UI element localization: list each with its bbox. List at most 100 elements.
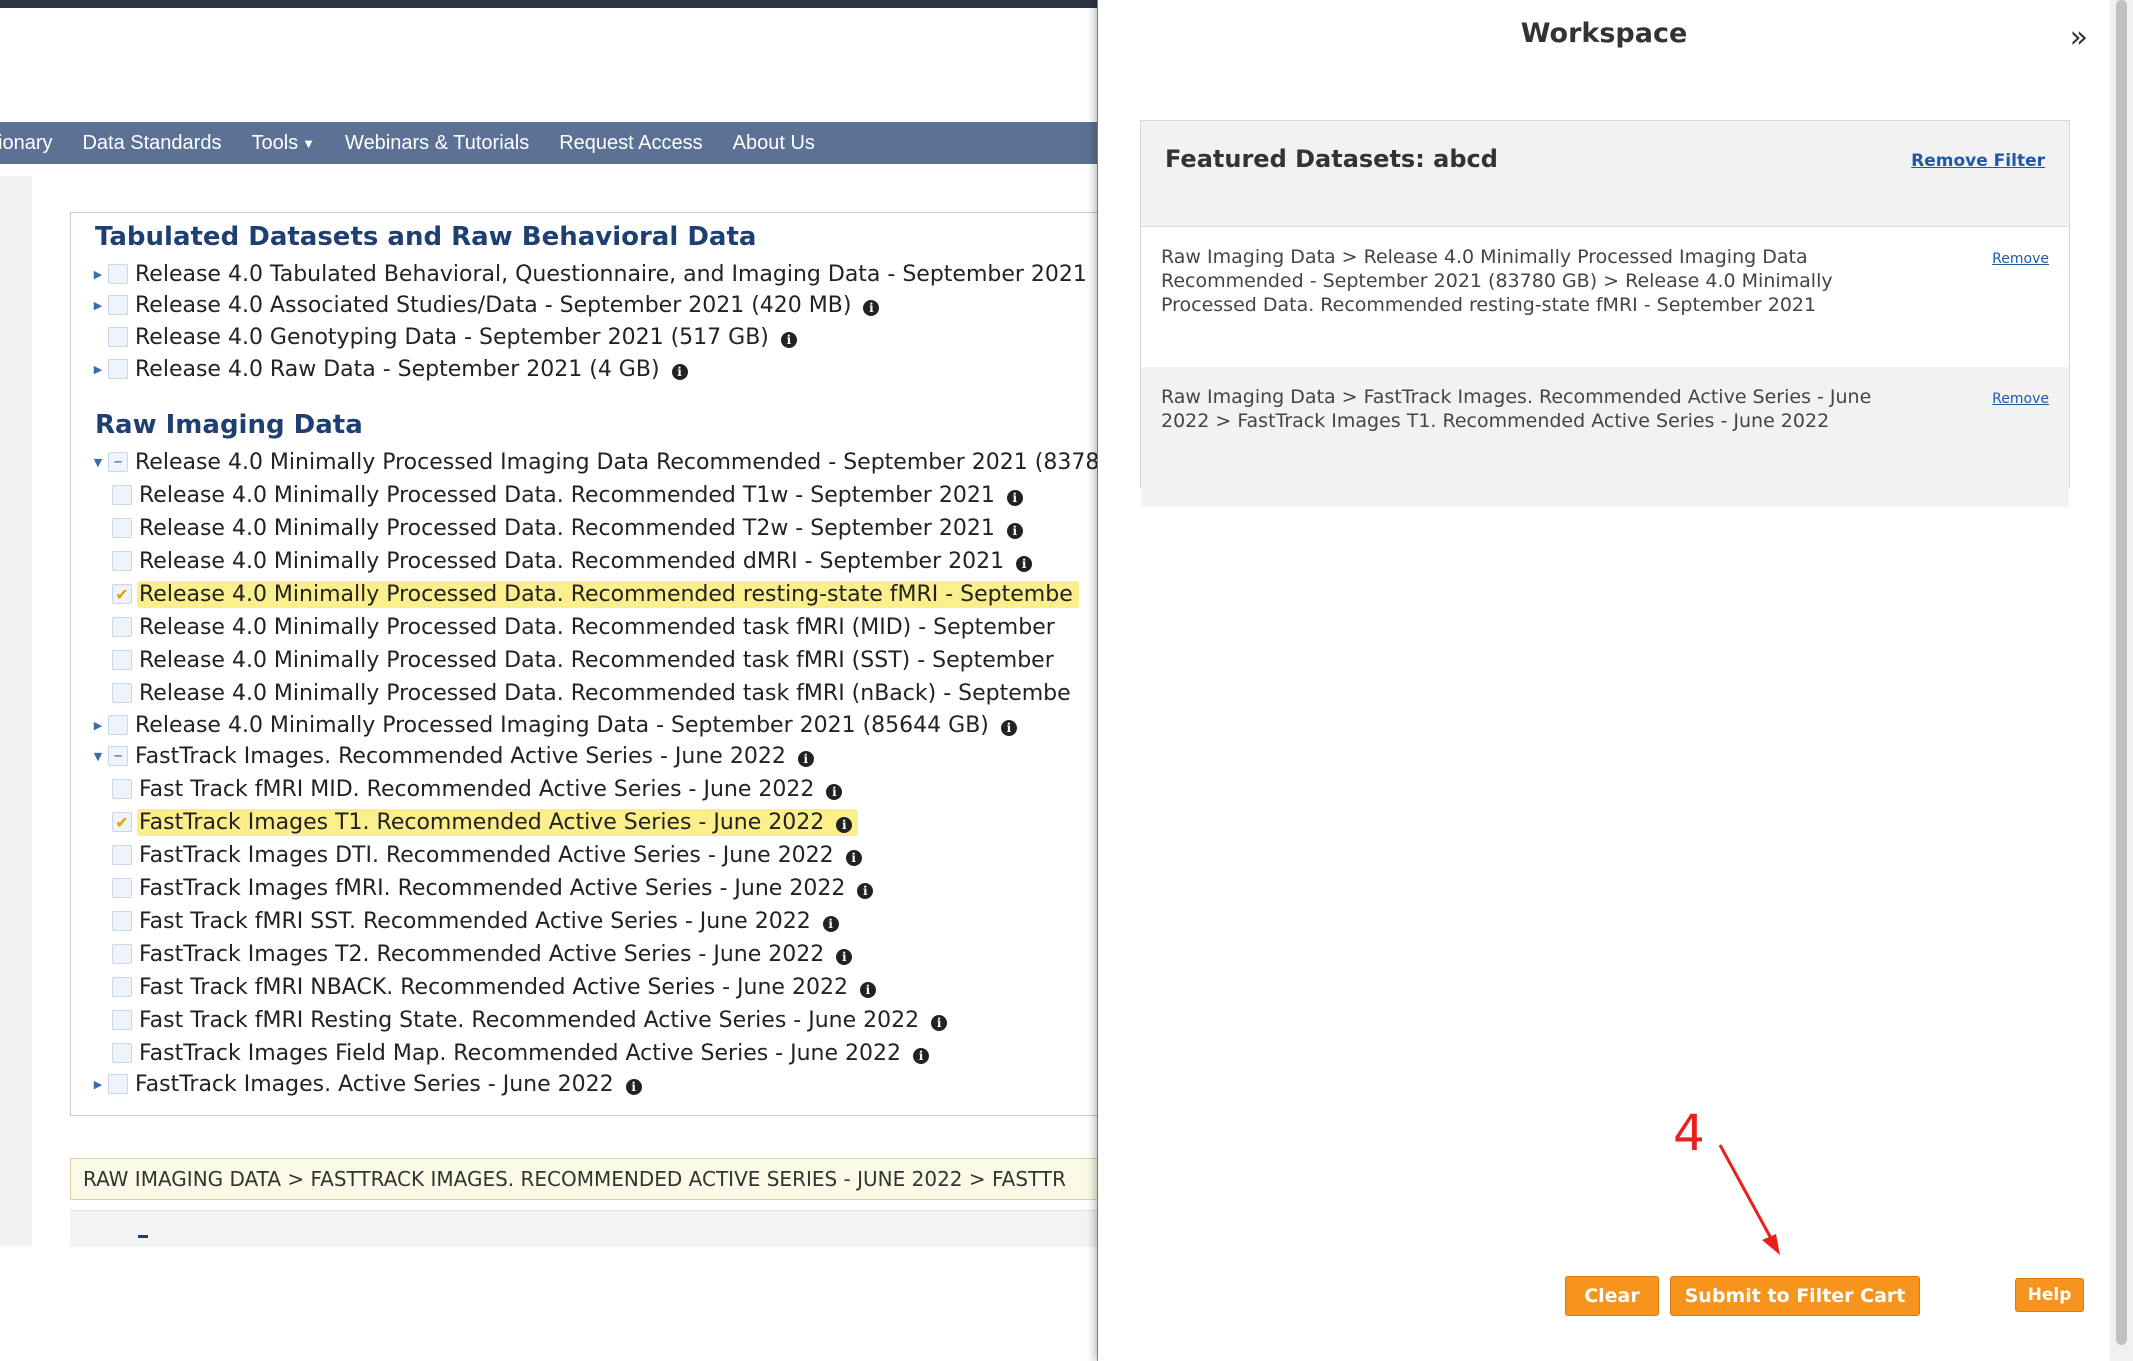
tree-row[interactable]: Fast Track fMRI MID. Recommended Active … [112,774,844,804]
tree-row[interactable]: Fast Track fMRI SST. Recommended Active … [112,906,841,936]
help-button[interactable]: Help [2015,1278,2084,1312]
tree-row[interactable]: ▶ Release 4.0 Associated Studies/Data - S… [88,290,881,320]
tree-row-label[interactable]: FastTrack Images fMRI. Recommended Activ… [137,875,875,902]
tree-row[interactable]: ✔ Release 4.0 Minimally Processed Data. R… [112,579,1079,609]
tree-row-label[interactable]: Release 4.0 Associated Studies/Data - Se… [133,292,881,319]
submit-to-filter-cart-button[interactable]: Submit to Filter Cart [1670,1276,1920,1316]
info-icon[interactable]: i [1006,489,1023,506]
checkbox[interactable] [108,359,128,379]
tree-row-label[interactable]: Release 4.0 Minimally Processed Data. Re… [137,580,1079,608]
tree-row-label[interactable]: Release 4.0 Tabulated Behavioral, Questi… [133,261,1089,288]
tree-row-label[interactable]: Release 4.0 Minimally Processed Data. Re… [137,515,1025,542]
tree-row[interactable]: ▶ Release 4.0 Minimally Processed Imaging… [88,710,1019,740]
tree-row-label[interactable]: FastTrack Images Field Map. Recommended … [137,1040,931,1067]
info-icon[interactable]: i [1006,522,1023,539]
tree-row-label[interactable]: Fast Track fMRI NBACK. Recommended Activ… [137,974,878,1001]
info-icon[interactable]: i [822,915,839,932]
info-icon[interactable]: i [836,816,853,833]
checkbox[interactable] [112,617,132,637]
checkbox-partial[interactable]: – [108,452,128,472]
checkbox[interactable] [112,551,132,571]
tree-row[interactable]: Release 4.0 Minimally Processed Data. Re… [112,612,1057,642]
tree-row[interactable]: Fast Track fMRI NBACK. Recommended Activ… [112,972,878,1002]
tree-row-label[interactable]: Fast Track fMRI SST. Recommended Active … [137,908,841,935]
tree-row[interactable]: ▶ Release 4.0 Tabulated Behavioral, Quest… [88,259,1089,289]
nav-item-data-standards[interactable]: Data Standards [82,132,221,155]
tree-row[interactable]: Release 4.0 Minimally Processed Data. Re… [112,513,1025,543]
collapsed-caret-icon[interactable]: ▶ [88,299,108,312]
checkbox[interactable] [108,715,128,735]
checkbox-partial[interactable]: – [108,746,128,766]
info-icon[interactable]: i [671,363,688,380]
scrollbar-thumb[interactable] [2116,0,2127,1345]
tree-row[interactable]: Release 4.0 Minimally Processed Data. Re… [112,678,1073,708]
tree-row[interactable]: FastTrack Images T2. Recommended Active … [112,939,854,969]
info-icon[interactable]: i [1016,555,1033,572]
tree-row-label[interactable]: FastTrack Images DTI. Recommended Active… [137,842,864,869]
tree-row-label[interactable]: Release 4.0 Minimally Processed Data. Re… [137,647,1056,674]
tree-row-label[interactable]: Fast Track fMRI Resting State. Recommend… [137,1007,949,1034]
tree-row-label[interactable]: Release 4.0 Genotyping Data - September … [133,324,799,351]
checkbox[interactable] [112,683,132,703]
tree-row[interactable]: Fast Track fMRI Resting State. Recommend… [112,1005,949,1035]
tree-row-label[interactable]: Release 4.0 Minimally Processed Imaging … [133,712,1019,739]
info-icon[interactable]: i [845,849,862,866]
tree-row[interactable]: ▶ Release 4.0 Raw Data - September 2021 (… [88,354,690,384]
tree-row[interactable]: Release 4.0 Minimally Processed Data. Re… [112,546,1034,576]
tree-row-label[interactable]: Release 4.0 Minimally Processed Data. Re… [137,482,1025,509]
checkbox[interactable] [112,845,132,865]
info-icon[interactable]: i [859,981,876,998]
collapsed-caret-icon[interactable]: ▶ [88,719,108,732]
tree-row[interactable]: FastTrack Images DTI. Recommended Active… [112,840,864,870]
tree-row[interactable]: ✔ FastTrack Images T1. Recommended Active… [112,807,859,837]
checkbox[interactable] [108,327,128,347]
info-icon[interactable]: i [931,1014,948,1031]
page-scrollbar[interactable] [2110,0,2133,1361]
checkbox[interactable] [112,650,132,670]
checkbox[interactable] [112,878,132,898]
info-icon[interactable]: i [836,948,853,965]
info-icon[interactable]: i [625,1078,642,1095]
collapsed-caret-icon[interactable]: ▶ [88,363,108,376]
clear-button[interactable]: Clear [1565,1276,1659,1316]
tree-row-label[interactable]: Fast Track fMRI MID. Recommended Active … [137,776,844,803]
expanded-caret-icon[interactable]: ▼ [88,750,108,763]
tree-row-label[interactable]: Release 4.0 Minimally Processed Imaging … [133,449,1101,476]
info-icon[interactable]: i [826,783,843,800]
tree-row-label[interactable]: Release 4.0 Minimally Processed Data. Re… [137,680,1073,707]
checkbox[interactable] [112,977,132,997]
tree-row[interactable]: ▶ FastTrack Images. Active Series - June … [88,1069,644,1099]
checkbox[interactable] [112,485,132,505]
info-icon[interactable]: i [1000,719,1017,736]
tree-row-label[interactable]: FastTrack Images T2. Recommended Active … [137,941,854,968]
collapsed-caret-icon[interactable]: ▶ [88,1078,108,1091]
expanded-caret-icon[interactable]: ▼ [88,456,108,469]
checkbox[interactable] [108,295,128,315]
checkbox[interactable] [112,944,132,964]
double-chevron-right-icon[interactable]: » [2070,20,2088,55]
workspace-item-remove-link[interactable]: Remove [1992,251,2049,267]
nav-item-dictionary[interactable]: ionary [0,132,52,155]
tree-row-label[interactable]: FastTrack Images. Active Series - June 2… [133,1071,644,1098]
checkbox[interactable] [112,1043,132,1063]
tree-row-label[interactable]: FastTrack Images T1. Recommended Active … [137,808,859,836]
info-icon[interactable]: i [863,299,880,316]
collapsed-caret-icon[interactable]: ▶ [88,268,108,281]
workspace-item-remove-link[interactable]: Remove [1992,391,2049,407]
nav-item-about-us[interactable]: About Us [733,132,815,155]
checkbox-checked[interactable]: ✔ [112,812,132,832]
info-icon[interactable]: i [797,750,814,767]
tree-row[interactable]: Release 4.0 Minimally Processed Data. Re… [112,645,1056,675]
checkbox[interactable] [112,779,132,799]
nav-item-tools[interactable]: Tools ▼ [251,132,315,155]
remove-filter-link[interactable]: Remove Filter [1911,151,2045,171]
tree-row-label[interactable]: Release 4.0 Minimally Processed Data. Re… [137,548,1034,575]
checkbox-checked[interactable]: ✔ [112,584,132,604]
tree-row-label[interactable]: Release 4.0 Minimally Processed Data. Re… [137,614,1057,641]
checkbox[interactable] [108,264,128,284]
tree-row[interactable]: Release 4.0 Minimally Processed Data. Re… [112,480,1025,510]
tree-row[interactable]: ▶Release 4.0 Genotyping Data - September… [88,322,799,352]
nav-item-request-access[interactable]: Request Access [559,132,702,155]
tree-row[interactable]: FastTrack Images fMRI. Recommended Activ… [112,873,875,903]
info-icon[interactable]: i [857,882,874,899]
